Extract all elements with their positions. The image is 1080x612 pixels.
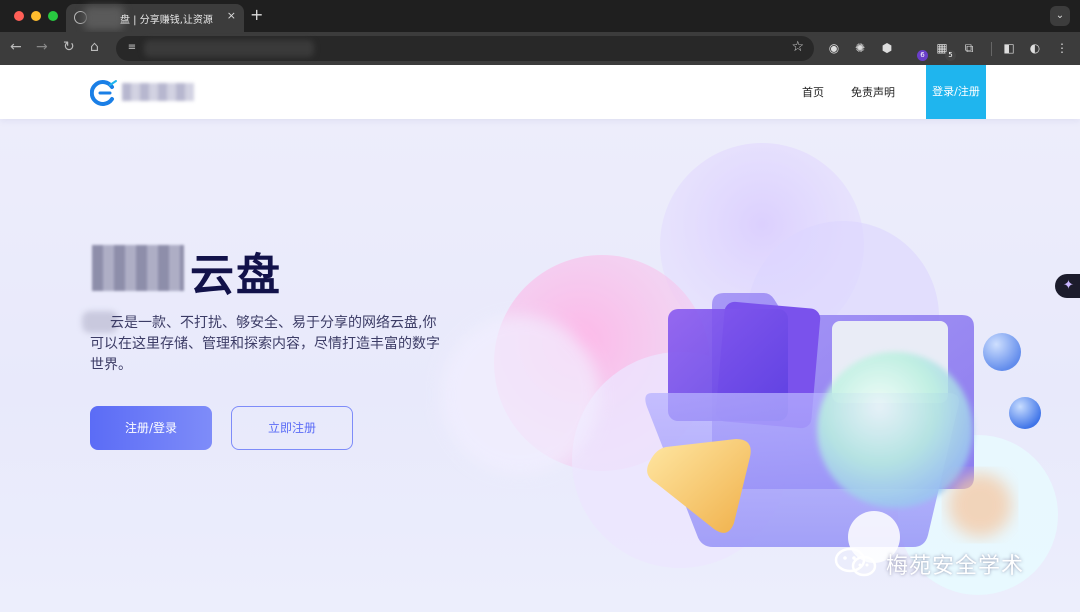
tab-close-icon[interactable]: × [227, 9, 236, 22]
back-button[interactable]: ← [10, 39, 22, 55]
redacted-tab-text [84, 6, 124, 30]
close-window-button[interactable] [14, 11, 24, 21]
cloud-c-logo-icon [90, 80, 117, 106]
forward-button[interactable]: → [36, 39, 48, 55]
browser-tab[interactable]: 盘 | 分享赚钱,让资源 × [66, 4, 244, 32]
minimize-window-button[interactable] [31, 11, 41, 21]
reload-button[interactable]: ↻ [63, 39, 75, 55]
browser-tabstrip: 盘 | 分享赚钱,让资源 × + ⌄ [0, 0, 1080, 32]
hero-illustration [440, 143, 1058, 595]
wechat-icon [834, 547, 877, 577]
maximize-window-button[interactable] [48, 11, 58, 21]
extension-with-badge[interactable]: 6 [906, 40, 928, 61]
nav-login-button[interactable]: 登录/注册 [926, 65, 986, 119]
tab-title: 盘 | 分享赚钱,让资源 [120, 15, 213, 26]
record-icon[interactable]: ◉ [826, 40, 842, 56]
toolbar-divider [991, 42, 992, 56]
home-button[interactable]: ⌂ [90, 39, 99, 55]
nav-disclaimer-link[interactable]: 免责声明 [851, 84, 895, 100]
tune-icon[interactable]: ≡ [124, 41, 140, 55]
profile-avatar[interactable]: ◐ [1027, 40, 1043, 56]
site-header: 首页 免责声明 登录/注册 [0, 65, 1080, 119]
site-logo[interactable] [90, 77, 200, 107]
tab-search-button[interactable]: ⌄ [1050, 6, 1070, 26]
gear-extension-icon[interactable]: ✺ [852, 40, 868, 56]
nav-home-link[interactable]: 首页 [802, 84, 824, 100]
cube-extension-icon[interactable]: ⬢ [879, 40, 895, 56]
puzzle-icon[interactable]: ⧉ [961, 40, 977, 56]
redacted-url [144, 40, 314, 57]
sparkle-assistant-icon[interactable]: ✦ [1055, 274, 1080, 298]
extension-badge: 5 [945, 50, 956, 61]
web-page: 首页 免责声明 登录/注册 云盘 云是一款、不打扰、够安全、易于分享的网络云盘,… [0, 65, 1080, 612]
new-tab-button[interactable]: + [250, 5, 263, 24]
qr-extension-icon[interactable]: ▦ 5 [934, 40, 956, 61]
browser-toolbar: ← → ↻ ⌂ ≡ ☆ ◉ ✺ ⬢ 6 ▦ 5 ⧉ ◧ ◐ ⋮ [0, 32, 1080, 65]
bookmark-star-icon[interactable]: ☆ [791, 39, 804, 55]
address-bar[interactable]: ≡ ☆ [116, 36, 814, 61]
redacted-logo-text [122, 83, 194, 101]
watermark-text: 梅苑安全学术 [886, 554, 1025, 579]
more-menu-icon[interactable]: ⋮ [1054, 40, 1070, 56]
side-panel-icon[interactable]: ◧ [1001, 40, 1017, 56]
extension-badge: 6 [917, 50, 928, 61]
